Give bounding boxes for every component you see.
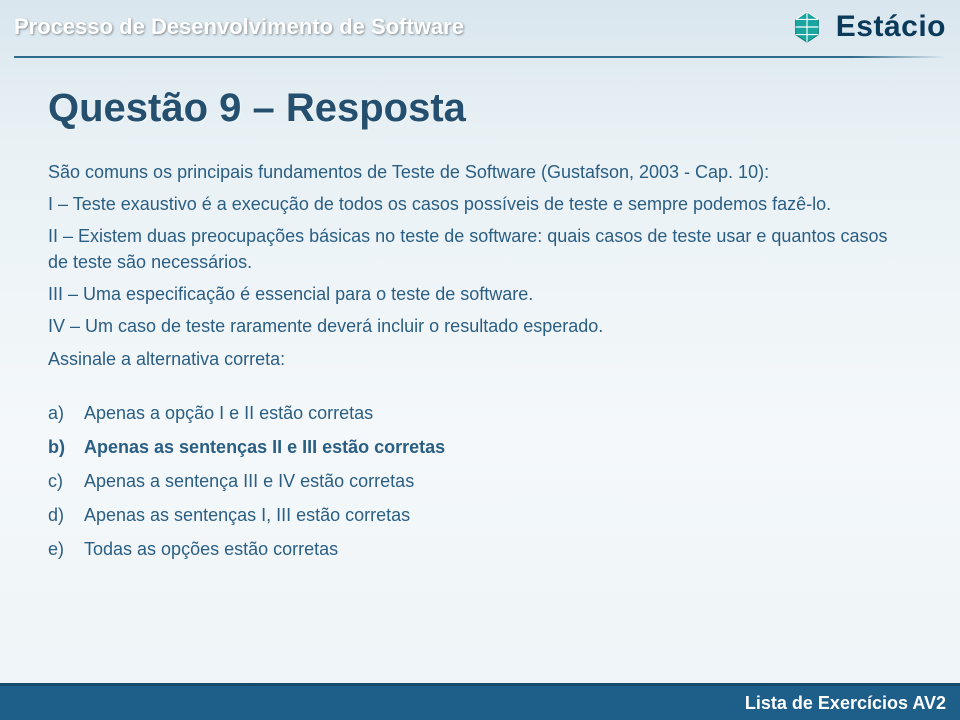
option-a: a) Apenas a opção I e II estão corretas: [48, 396, 912, 430]
statement-3: III – Uma especificação é essencial para…: [48, 281, 912, 307]
brand-name: Estácio: [836, 10, 946, 44]
slide: Processo de Desenvolvimento de Software …: [0, 0, 960, 720]
option-letter: b): [48, 430, 84, 464]
footer-text: Lista de Exercícios AV2: [745, 693, 946, 714]
option-d: d) Apenas as sentenças I, III estão corr…: [48, 498, 912, 532]
question-intro: São comuns os principais fundamentos de …: [48, 159, 912, 185]
option-text: Todas as opções estão corretas: [84, 532, 912, 566]
brand: Estácio: [788, 8, 946, 46]
question-title: Questão 9 – Resposta: [48, 86, 912, 131]
footer: Lista de Exercícios AV2: [0, 686, 960, 720]
option-c: c) Apenas a sentença III e IV estão corr…: [48, 464, 912, 498]
options-list: a) Apenas a opção I e II estão corretas …: [48, 396, 912, 567]
statement-2: II – Existem duas preocupações básicas n…: [48, 223, 912, 275]
statement-4: IV – Um caso de teste raramente deverá i…: [48, 313, 912, 339]
option-letter: a): [48, 396, 84, 430]
content: Questão 9 – Resposta São comuns os princ…: [48, 86, 912, 567]
option-letter: d): [48, 498, 84, 532]
question-body: São comuns os principais fundamentos de …: [48, 159, 912, 372]
option-text: Apenas as sentenças II e III estão corre…: [84, 430, 912, 464]
option-text: Apenas a sentença III e IV estão correta…: [84, 464, 912, 498]
option-letter: e): [48, 532, 84, 566]
header-divider: [14, 56, 946, 58]
option-letter: c): [48, 464, 84, 498]
option-e: e) Todas as opções estão corretas: [48, 532, 912, 566]
question-prompt: Assinale a alternativa correta:: [48, 346, 912, 372]
statement-1: I – Teste exaustivo é a execução de todo…: [48, 191, 912, 217]
option-text: Apenas as sentenças I, III estão correta…: [84, 498, 912, 532]
option-text: Apenas a opção I e II estão corretas: [84, 396, 912, 430]
option-b: b) Apenas as sentenças II e III estão co…: [48, 430, 912, 464]
header: Processo de Desenvolvimento de Software …: [14, 8, 946, 46]
course-title: Processo de Desenvolvimento de Software: [14, 14, 464, 40]
brand-logo-icon: [788, 8, 826, 46]
